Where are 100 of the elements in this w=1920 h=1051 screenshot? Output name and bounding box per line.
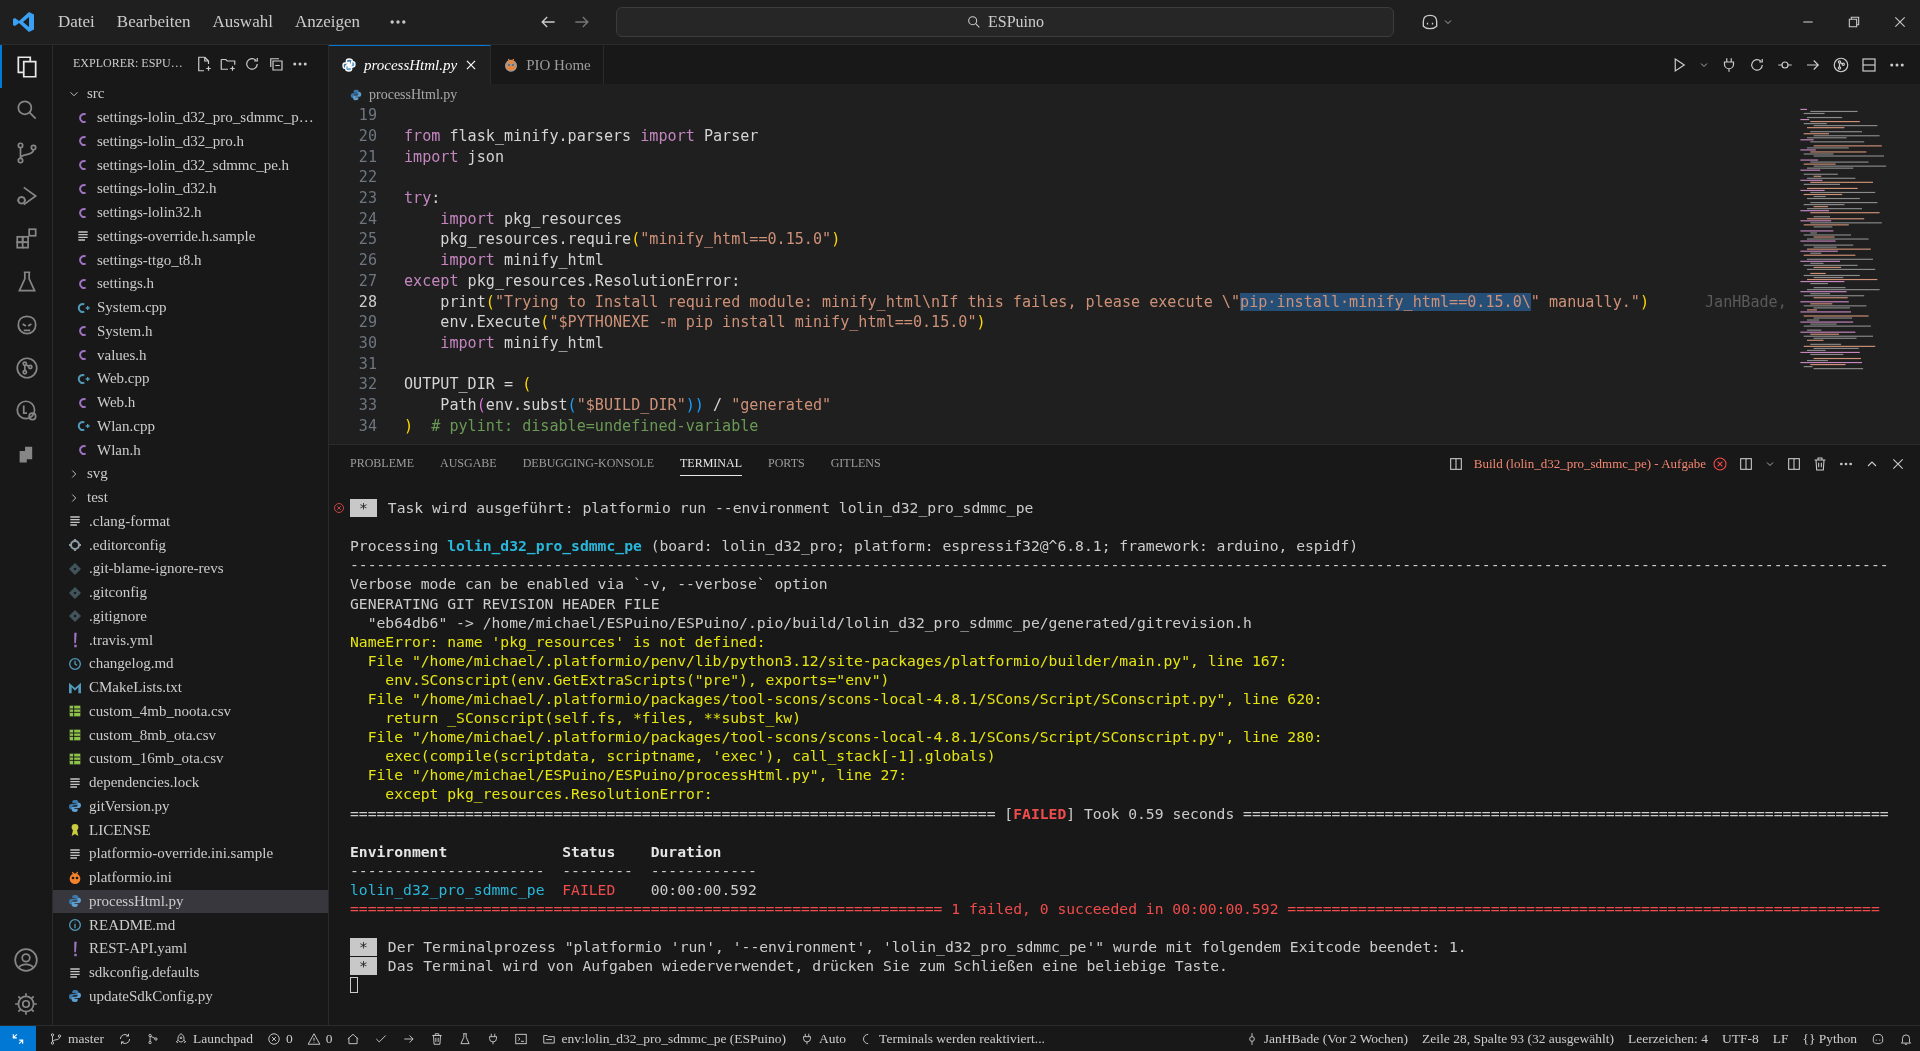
git-graph-icon[interactable] [1832, 55, 1850, 74]
file-tree-item[interactable]: settings-lolin32.h [53, 200, 328, 225]
status-bar-item[interactable]: {} Python [1795, 1030, 1864, 1047]
trash-icon[interactable] [1812, 456, 1828, 472]
menu-item[interactable]: Datei [58, 12, 95, 32]
close-icon[interactable] [1892, 14, 1908, 30]
file-tree-item[interactable]: .gitignore [53, 604, 328, 629]
terminal-icon [1447, 456, 1464, 472]
file-tree-item[interactable]: settings-lolin_d32_pro.h [53, 129, 328, 154]
file-tree-item[interactable]: .git-blame-ignore-revs [53, 557, 328, 581]
line-number: 20 [357, 127, 377, 146]
file-tree-item[interactable]: test [53, 485, 328, 510]
file-tree-item[interactable]: .travis.yml [53, 628, 328, 652]
file-tree-item[interactable]: custom_16mb_ota.csv [53, 747, 328, 771]
editor-logo-icon [12, 10, 36, 34]
close-icon[interactable] [1890, 456, 1906, 472]
file-tree-item[interactable]: custom_4mb_noota.csv [53, 699, 328, 724]
status-bar-item[interactable]: Launchpad [167, 1030, 260, 1047]
menu-item[interactable]: Bearbeiten [116, 12, 191, 32]
file-tree-item[interactable]: LICENSE [53, 818, 328, 842]
status-bar-item[interactable]: 0 [260, 1030, 300, 1047]
git-graph-icon [14, 354, 40, 381]
file-tree-item[interactable]: processHtml.py [53, 889, 328, 914]
file-tree-item[interactable]: Wlan.h [53, 438, 328, 462]
file-tree-item[interactable]: System.h [53, 319, 328, 344]
editor-tab[interactable]: PIO Home [491, 45, 604, 84]
file-tree-item[interactable]: platformio.ini [53, 865, 328, 890]
file-tree-item[interactable]: settings-lolin_d32_sdmmc_pe.h [53, 153, 328, 177]
file-tree-item[interactable]: values.h [53, 343, 328, 367]
split-editor-icon[interactable] [1860, 55, 1878, 74]
file-tree-item[interactable]: Web.h [53, 390, 328, 415]
exclamation-icon [73, 940, 78, 957]
breadcrumb-item[interactable]: processHtml.py [369, 86, 458, 103]
split-icon[interactable] [1786, 456, 1802, 472]
line-number: 26 [357, 251, 377, 270]
file-tree-item[interactable]: updateSdkConfig.py [53, 984, 328, 1009]
panel-tab[interactable]: GITLENS [830, 452, 881, 476]
panel-tab[interactable]: DEBUGGING-KONSOLE [522, 452, 654, 476]
menu-item[interactable]: Anzeigen [294, 12, 361, 32]
status-bar-item[interactable]: env:lolin_d32_pro_sdmmc_pe (ESPuino) [535, 1030, 794, 1047]
error-icon [267, 1031, 281, 1046]
file-tree-item[interactable]: platformio-override.ini.sample [53, 842, 328, 866]
terminal-line: Verbose mode can be enabled via `-v, --verbose` option [350, 575, 828, 593]
file-tree-item[interactable]: .editorconfig [53, 533, 328, 557]
file-tree-item[interactable]: src [53, 82, 328, 106]
code-line: try: [404, 189, 441, 208]
terminal-task-name[interactable]: Build (lolin_d32_pro_sdmmc_pe) - Aufgabe [1473, 456, 1706, 472]
line-number: 27 [357, 271, 377, 290]
code-line: from flask_minify.parsers import Parser [404, 127, 759, 146]
file-tree-item[interactable]: REST-API.yaml [53, 937, 328, 961]
file-tree-item[interactable]: settings-override.h.sample [53, 224, 328, 249]
command-search-field[interactable]: ESPuino [616, 7, 1395, 37]
file-tree-item[interactable]: README.md [53, 913, 328, 937]
file-tree-item[interactable]: svg [53, 462, 328, 486]
file-tree-item[interactable]: Web.cpp [53, 367, 328, 391]
file-tree-item[interactable]: settings-lolin_d32.h [53, 177, 328, 201]
status-bar-item[interactable]: LF [1765, 1030, 1796, 1047]
status-bar-item[interactable]: Auto [793, 1030, 854, 1047]
account-icon[interactable] [13, 947, 39, 973]
file-tree-item[interactable]: .gitconfig [53, 580, 328, 605]
file-tree-item[interactable]: CMakeLists.txt [53, 675, 328, 700]
status-bar-item[interactable]: 0 [299, 1030, 340, 1047]
terminal-cursor [350, 976, 358, 993]
panel-tab[interactable]: PROBLEME [350, 452, 414, 476]
panel-tab[interactable]: PORTS [768, 452, 805, 476]
file-tree-item[interactable]: settings-lolin_d32_pro_sdmmc_p… [53, 105, 328, 130]
files-icon [14, 53, 40, 80]
file-tree-item[interactable]: dependencies.lock [53, 770, 328, 795]
panel-tab[interactable]: TERMINAL [680, 452, 742, 476]
file-tree-item[interactable]: System.cpp [53, 295, 328, 320]
trash-icon [430, 1031, 445, 1046]
split-terminal-icon[interactable] [1738, 456, 1754, 472]
file-tree-item[interactable]: custom_8mb_ota.csv [53, 723, 328, 747]
file-tree-item[interactable]: sdkconfig.defaults [53, 960, 328, 985]
file-tree-item[interactable]: Wlan.cpp [53, 414, 328, 439]
terminal-line: ---------------------- -------- ------------ [350, 861, 757, 879]
settings-icon[interactable] [13, 991, 39, 1017]
editor-tab[interactable]: processHtml.py [329, 45, 492, 84]
status-bar-item[interactable]: Zeile 28, Spalte 93 (32 ausgewählt) [1415, 1030, 1622, 1047]
line-number: 19 [357, 106, 377, 125]
status-bar-item[interactable]: Leerzeichen: 4 [1621, 1030, 1715, 1047]
file-tree-item[interactable]: settings-ttgo_t8.h [53, 248, 328, 272]
diamond-icon [67, 584, 83, 601]
info-icon [67, 917, 83, 934]
menu-item[interactable]: Auswahl [212, 12, 273, 32]
status-bar-item[interactable]: master [42, 1030, 111, 1047]
code-line: import pkg_resources [439, 209, 623, 228]
status-bar-item[interactable]: UTF-8 [1714, 1030, 1766, 1047]
file-tree-item[interactable]: settings.h [53, 272, 328, 296]
terminal-line: return _SConscript(self.fs, *files, **subst_kw) [384, 709, 801, 727]
restore-icon[interactable] [1846, 14, 1862, 30]
file-tree-item[interactable]: gitVersion.py [53, 794, 328, 819]
remote-explorer-icon [14, 397, 40, 424]
code-line: import minify_html [439, 333, 604, 352]
remote-button[interactable] [0, 1026, 36, 1051]
status-bar-item[interactable]: JanHBade (Vor 2 Wochen) [1237, 1030, 1416, 1047]
status-bar-item[interactable]: Terminals werden reaktiviert... [853, 1030, 1052, 1047]
file-tree-item[interactable]: changelog.md [53, 652, 328, 676]
file-tree-item[interactable]: .clang-format [53, 509, 328, 534]
panel-tab[interactable]: AUSGABE [440, 452, 497, 476]
